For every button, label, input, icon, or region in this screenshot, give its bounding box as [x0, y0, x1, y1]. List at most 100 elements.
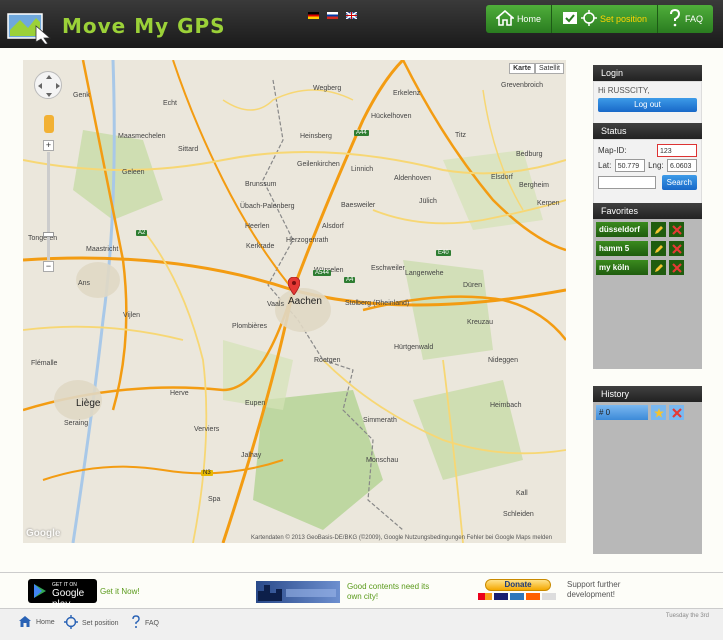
map-label: Kerkrade [246, 243, 275, 250]
zoom-slider-knob[interactable] [43, 232, 54, 237]
map-id-input[interactable]: 123 [657, 144, 697, 157]
map-label: Liège [76, 398, 101, 409]
logout-button[interactable]: Log out [598, 98, 697, 112]
map-label: Roetgen [314, 357, 341, 364]
map-label: Elsdorf [491, 174, 513, 181]
history-panel: History # 0 [593, 386, 702, 554]
status-panel-title: Status [593, 123, 702, 139]
donate-button[interactable]: Donate [485, 579, 551, 591]
map-logo-icon [6, 8, 58, 45]
home-icon [494, 9, 516, 28]
flag-ru-icon[interactable] [327, 12, 338, 19]
highway-label: N3 [201, 470, 213, 476]
get-it-now-link[interactable]: Get it Now! [100, 587, 140, 596]
bottom-nav-home[interactable]: Home [18, 615, 55, 630]
favorite-name[interactable]: my köln [596, 260, 648, 275]
highway-label: A544 [313, 270, 332, 276]
nav-faq[interactable]: FAQ [657, 5, 713, 33]
russcity-logo[interactable] [256, 581, 340, 603]
history-name[interactable]: # 0 [596, 405, 648, 420]
delete-x-icon[interactable] [669, 260, 684, 275]
nav-set-position-label: Set position [599, 14, 647, 24]
map-label: Maastricht [86, 246, 119, 253]
favorite-item: hamm 5 [596, 241, 699, 256]
edit-pencil-icon[interactable] [651, 260, 666, 275]
map-label: Heerlen [245, 223, 270, 230]
nav-set-position[interactable]: Set position [551, 5, 658, 33]
map-label: Eschweiler [371, 265, 405, 272]
map-marker-icon[interactable] [288, 277, 300, 295]
favorites-panel-title: Favorites [593, 203, 702, 219]
bottom-nav-faq-label: FAQ [145, 619, 160, 627]
payment-cards [478, 593, 558, 600]
lng-label: Lng: [648, 161, 664, 170]
bottom-nav: Home Set position FAQ Tuesday the 3rd [0, 608, 723, 640]
login-panel-body: Hi RUSSCITY, Log out [593, 81, 702, 125]
map-label: Eupen [245, 400, 266, 407]
map-label: Bergheim [519, 182, 549, 189]
delete-x-icon[interactable] [669, 241, 684, 256]
bottom-nav-set-position[interactable]: Set position [64, 615, 119, 631]
header: Move My GPS Home Set position FAQ [0, 0, 723, 48]
map-label: Hürtgenwald [394, 344, 434, 351]
map-label: Schleiden [503, 511, 534, 518]
app-logo[interactable]: Move My GPS [6, 8, 226, 45]
zoom-out-button[interactable]: − [43, 261, 54, 272]
edit-pencil-icon[interactable] [651, 222, 666, 237]
google-play-badge[interactable]: GET IT ON Google play [28, 579, 97, 610]
highway-label: E40 [436, 250, 451, 256]
search-input[interactable] [598, 176, 656, 189]
map-type-satellite[interactable]: Satellit [534, 63, 564, 74]
pegman-icon[interactable] [44, 115, 54, 133]
map-id-label: Map-ID: [598, 146, 627, 155]
edit-pencil-icon[interactable] [651, 241, 666, 256]
pan-control[interactable] [34, 71, 62, 99]
map-label: Ans [78, 280, 91, 287]
google-logo: Google [26, 528, 61, 539]
map-label: Linnich [351, 166, 374, 173]
map-label: Titz [455, 132, 467, 139]
promo-strip: GET IT ON Google play Get it Now! Good c… [0, 572, 723, 610]
nav-faq-label: FAQ [684, 14, 703, 24]
login-panel: Login Hi RUSSCITY, Log out [593, 65, 702, 125]
map-label: Kreuzau [467, 319, 494, 326]
map-type-control: Karte Satellit [509, 63, 564, 74]
lat-input[interactable]: 50.779 [614, 159, 645, 172]
flag-uk-icon[interactable] [346, 12, 357, 19]
language-flags [308, 12, 357, 19]
delete-x-icon[interactable] [669, 222, 684, 237]
zoom-slider[interactable] [43, 152, 54, 260]
map-type-karte[interactable]: Karte [509, 63, 535, 74]
star-icon[interactable] [651, 405, 666, 420]
google-map[interactable]: Heinsberg Erkelenz Grevenbroich Hückelho… [23, 60, 566, 543]
map-label: Echt [163, 100, 178, 107]
search-button[interactable]: Search [661, 175, 697, 190]
map-label: Übach-Palenberg [240, 203, 295, 210]
status-panel: Status Map-ID: 123 Lat: 50.779 Lng: 6.06… [593, 123, 702, 209]
good-contents-text: Good contents need its own city! [347, 582, 430, 601]
favorites-list: düsseldorf hamm 5 my köln [593, 219, 702, 369]
flag-de-icon[interactable] [308, 12, 319, 19]
favorite-item: düsseldorf [596, 222, 699, 237]
map-label: Kerpen [537, 200, 560, 207]
map-label: Verviers [194, 426, 220, 433]
zoom-in-button[interactable]: + [43, 140, 54, 151]
map-label: Geilenkirchen [297, 161, 340, 168]
bottom-nav-faq[interactable]: FAQ [131, 615, 159, 631]
bottom-nav-set-position-label: Set position [82, 619, 119, 627]
map-label: Aldenhoven [394, 175, 431, 182]
favorite-name[interactable]: düsseldorf [596, 222, 648, 237]
map-label: Wegberg [313, 85, 342, 92]
nav-home[interactable]: Home [485, 5, 552, 33]
date-text: Tuesday the 3rd [665, 613, 709, 619]
favorite-name[interactable]: hamm 5 [596, 241, 648, 256]
map-label: Grevenbroich [501, 82, 544, 89]
delete-x-icon[interactable] [669, 405, 684, 420]
map-label-aachen: Aachen [288, 296, 322, 307]
map-label: Flémalle [31, 360, 58, 367]
bottom-nav-home-label: Home [36, 619, 55, 626]
crosshair-icon [580, 10, 597, 28]
map-label: Jülich [419, 198, 437, 205]
map-attribution: Kartendaten © 2013 GeoBasis-DE/BKG (©200… [251, 535, 553, 541]
lng-input[interactable]: 6.0603 [667, 159, 697, 172]
